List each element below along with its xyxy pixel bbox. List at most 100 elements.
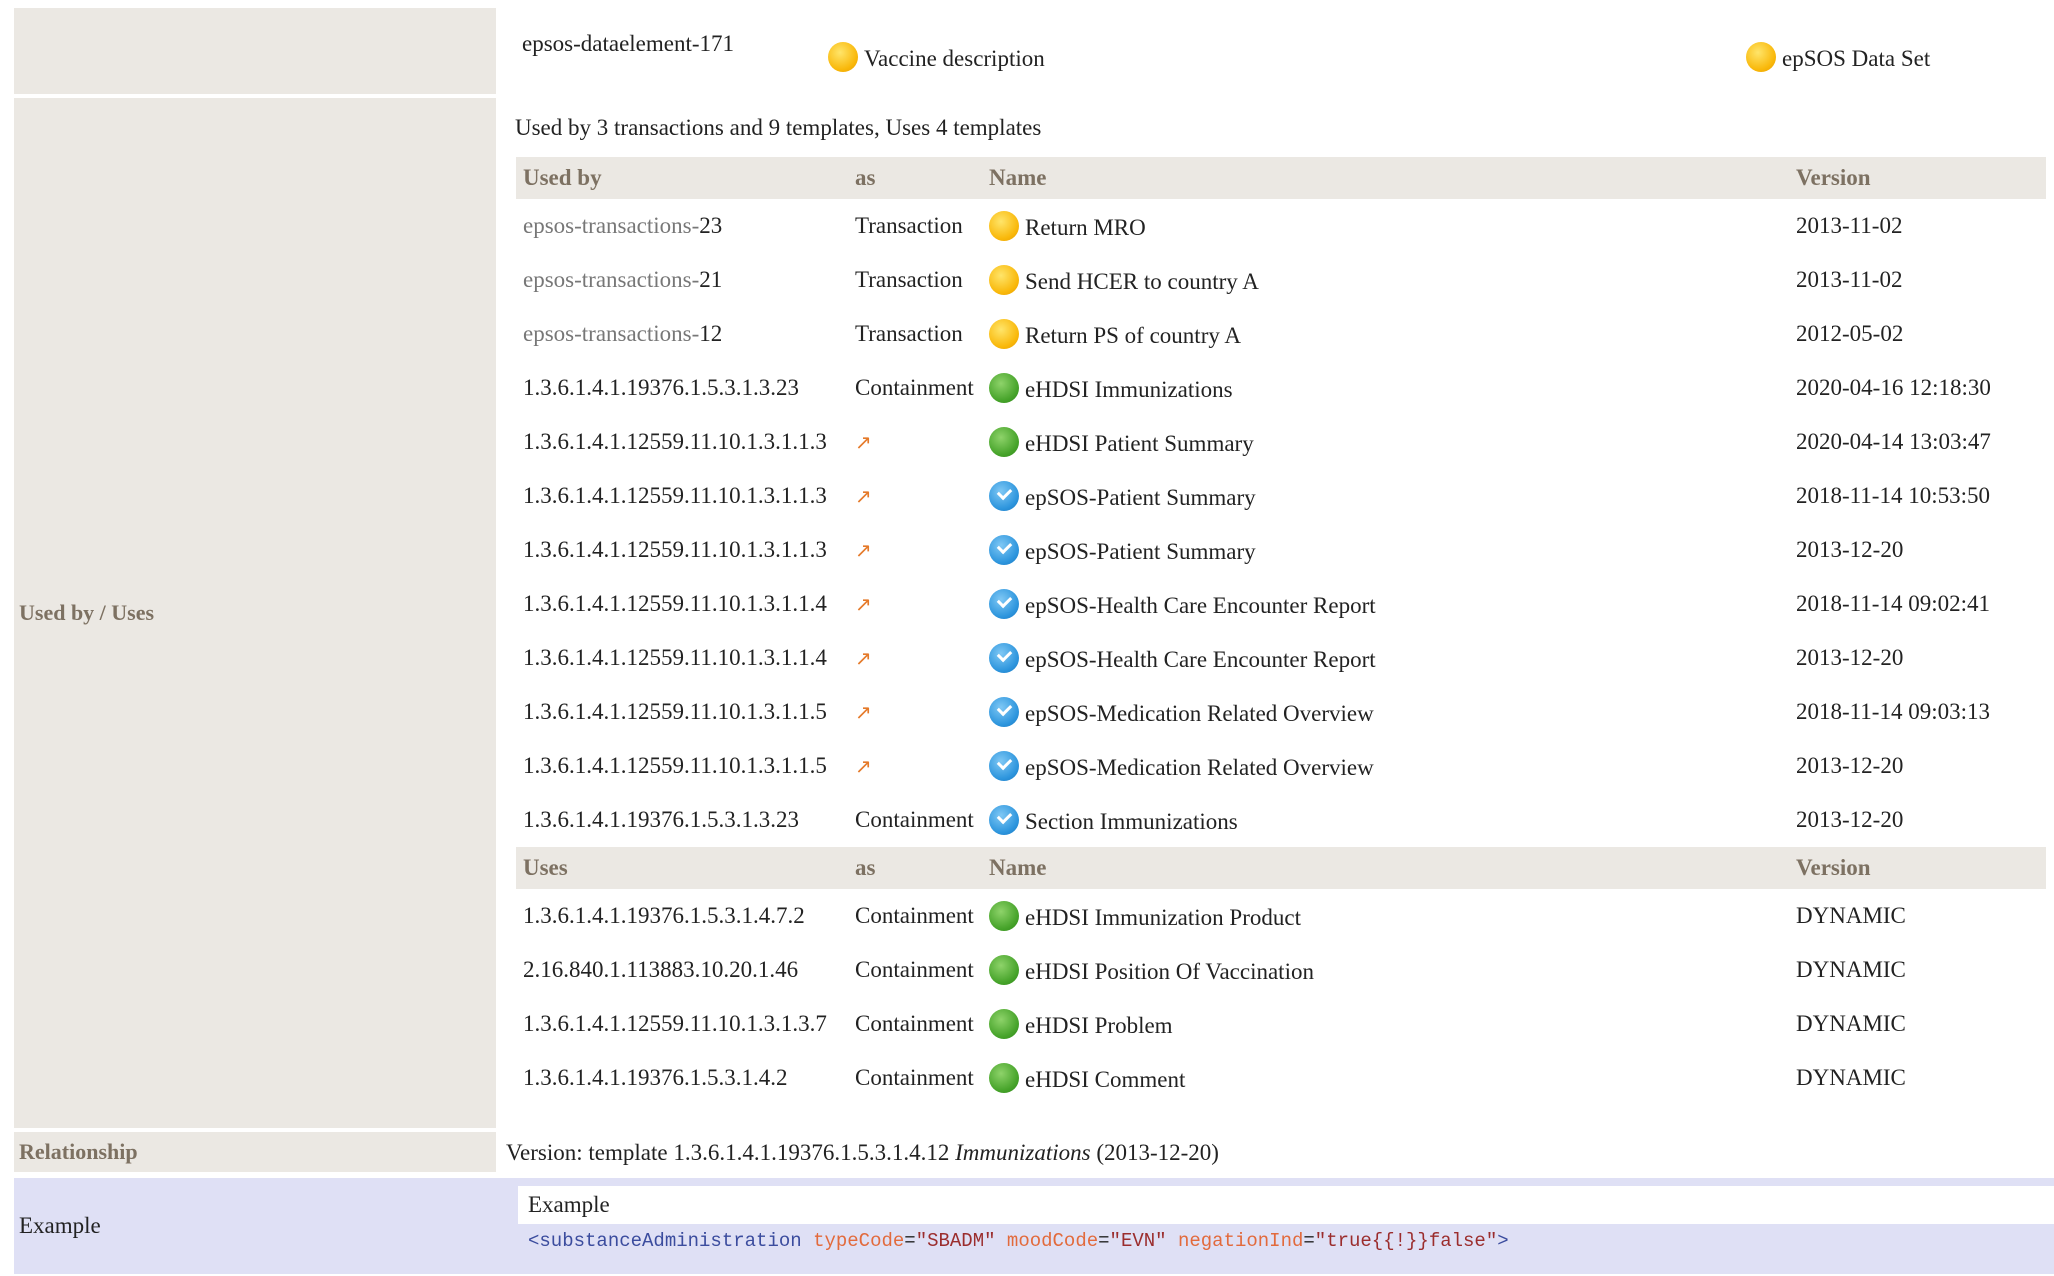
used-by-id-cell[interactable]: 1.3.6.1.4.1.12559.11.10.1.3.1.1.5 — [516, 685, 848, 739]
code-val: "true{{!}}false" — [1314, 1230, 1498, 1252]
uses-name: eHDSI Comment — [1025, 1067, 1186, 1092]
green-status-icon — [989, 373, 1019, 403]
used-by-id-cell[interactable]: epsos-transactions-23 — [516, 199, 848, 253]
used-by-id-cell[interactable]: epsos-transactions-12 — [516, 307, 848, 361]
used-by-version: 2018-11-14 09:02:41 — [1796, 591, 1990, 616]
used-by-name-cell[interactable]: eHDSI Patient Summary — [982, 415, 1789, 469]
used-by-name: Return MRO — [1025, 215, 1146, 240]
header-version: Version — [1789, 847, 2046, 889]
used-by-name: eHDSI Patient Summary — [1025, 431, 1254, 456]
used-by-id: 1.3.6.1.4.1.12559.11.10.1.3.1.1.3 — [523, 537, 827, 562]
uses-id[interactable]: 2.16.840.1.113883.10.20.1.46 — [516, 943, 848, 997]
blue-check-icon — [989, 481, 1019, 511]
used-by-id-cell[interactable]: 1.3.6.1.4.1.12559.11.10.1.3.1.1.4 — [516, 577, 848, 631]
relationship-template-name[interactable]: Immunizations — [955, 1140, 1090, 1165]
header-uses: Uses — [516, 847, 848, 889]
concept-name[interactable]: Vaccine description — [828, 42, 1045, 72]
used-by-id-cell[interactable]: 1.3.6.1.4.1.12559.11.10.1.3.1.1.3 — [516, 415, 848, 469]
used-by-name-cell[interactable]: epSOS-Health Care Encounter Report — [982, 577, 1789, 631]
code-attr: negationInd — [1177, 1230, 1304, 1252]
used-by-name-cell[interactable]: epSOS-Patient Summary — [982, 469, 1789, 523]
used-by-name-cell[interactable]: Return MRO — [982, 199, 1789, 253]
used-by-name-cell[interactable]: epSOS-Health Care Encounter Report — [982, 631, 1789, 685]
used-by-id-cell[interactable]: 1.3.6.1.4.1.12559.11.10.1.3.1.1.3 — [516, 523, 848, 577]
uses-id[interactable]: 1.3.6.1.4.1.12559.11.10.1.3.1.3.7 — [516, 997, 848, 1051]
used-by-id-cell[interactable]: 1.3.6.1.4.1.12559.11.10.1.3.1.1.3 — [516, 469, 848, 523]
used-by-version: 2013-12-20 — [1796, 807, 1904, 832]
green-status-icon — [989, 1063, 1019, 1093]
used-by-row: 1.3.6.1.4.1.12559.11.10.1.3.1.1.3 ↗ eHDSI … — [516, 415, 2046, 469]
uses-name-cell[interactable]: eHDSI Immunization Product — [982, 889, 1789, 943]
used-by-name: epSOS-Health Care Encounter Report — [1025, 647, 1376, 672]
link-icon[interactable]: ↗ — [855, 538, 872, 562]
used-by-name-cell[interactable]: epSOS-Patient Summary — [982, 523, 1789, 577]
blue-check-icon — [989, 751, 1019, 781]
used-by-name: epSOS-Health Care Encounter Report — [1025, 593, 1376, 618]
used-by-row: 1.3.6.1.4.1.12559.11.10.1.3.1.1.5 ↗ epSOS-… — [516, 739, 2046, 793]
blue-check-icon — [989, 643, 1019, 673]
uses-name: eHDSI Immunization Product — [1025, 905, 1301, 930]
transaction-prefix: epsos-transactions- — [523, 267, 700, 292]
used-by-as-cell: ↗ — [848, 739, 982, 793]
used-by-id: 1.3.6.1.4.1.12559.11.10.1.3.1.1.4 — [523, 645, 827, 670]
link-icon[interactable]: ↗ — [855, 592, 872, 616]
used-by-name-cell[interactable]: Send HCER to country A — [982, 253, 1789, 307]
used-by-as-cell: Containment — [848, 361, 982, 415]
used-by-id-cell[interactable]: 1.3.6.1.4.1.19376.1.5.3.1.3.23 — [516, 361, 848, 415]
used-by-version: 2020-04-16 12:18:30 — [1796, 375, 1991, 400]
used-by-name-cell[interactable]: epSOS-Medication Related Overview — [982, 739, 1789, 793]
used-by-as-cell: ↗ — [848, 685, 982, 739]
used-by-as: Containment — [855, 375, 974, 400]
link-icon[interactable]: ↗ — [855, 484, 872, 508]
used-by-id: 1.3.6.1.4.1.12559.11.10.1.3.1.1.4 — [523, 591, 827, 616]
code-val: "EVN" — [1109, 1230, 1167, 1252]
used-by-id: 1.3.6.1.4.1.12559.11.10.1.3.1.1.3 — [523, 429, 827, 454]
used-by-as-cell: ↗ — [848, 415, 982, 469]
used-by-id: 21 — [699, 267, 723, 292]
used-by-as-cell: Transaction — [848, 199, 982, 253]
blue-check-icon — [989, 805, 1019, 835]
transaction-prefix: epsos-transactions- — [523, 213, 700, 238]
top-row-label-cell — [14, 8, 496, 94]
uses-name-cell[interactable]: eHDSI Position Of Vaccination — [982, 943, 1789, 997]
uses-name: eHDSI Position Of Vaccination — [1025, 959, 1314, 984]
used-by-as: Containment — [855, 807, 974, 832]
used-by-id: 12 — [699, 321, 723, 346]
used-by-id-cell[interactable]: 1.3.6.1.4.1.19376.1.5.3.1.3.23 — [516, 793, 848, 847]
used-by-id-cell[interactable]: epsos-transactions-21 — [516, 253, 848, 307]
used-by-id-cell[interactable]: 1.3.6.1.4.1.12559.11.10.1.3.1.1.4 — [516, 631, 848, 685]
uses-row: 2.16.840.1.113883.10.20.1.46 Containment e… — [516, 943, 2046, 997]
uses-id[interactable]: 1.3.6.1.4.1.19376.1.5.3.1.4.2 — [516, 1051, 848, 1105]
link-icon[interactable]: ↗ — [855, 646, 872, 670]
uses-name-cell[interactable]: eHDSI Comment — [982, 1051, 1789, 1105]
blue-check-icon — [989, 535, 1019, 565]
link-icon[interactable]: ↗ — [855, 700, 872, 724]
link-icon[interactable]: ↗ — [855, 430, 872, 454]
used-by-name-cell[interactable]: Section Immunizations — [982, 793, 1789, 847]
used-by-name-cell[interactable]: Return PS of country A — [982, 307, 1789, 361]
used-by-header-row: Used by as Name Version — [516, 157, 2046, 199]
used-by-version: 2013-11-02 — [1796, 213, 1903, 238]
uses-as: Containment — [855, 1065, 974, 1090]
uses-id[interactable]: 1.3.6.1.4.1.19376.1.5.3.1.4.7.2 — [516, 889, 848, 943]
used-by-as-cell: Transaction — [848, 253, 982, 307]
code-val: "SBADM" — [915, 1230, 996, 1252]
used-by-version: 2013-12-20 — [1796, 645, 1904, 670]
header-used-by: Used by — [516, 157, 848, 199]
concept-name-text: Vaccine description — [864, 46, 1045, 71]
used-by-name-cell[interactable]: epSOS-Medication Related Overview — [982, 685, 1789, 739]
used-by-name-cell[interactable]: eHDSI Immunizations — [982, 361, 1789, 415]
link-icon[interactable]: ↗ — [855, 754, 872, 778]
used-by-name: epSOS-Patient Summary — [1025, 539, 1256, 564]
green-status-icon — [989, 901, 1019, 931]
dataset-name[interactable]: epSOS Data Set — [1746, 42, 1930, 72]
blue-check-icon — [989, 589, 1019, 619]
uses-row: 1.3.6.1.4.1.12559.11.10.1.3.1.3.7 Contain… — [516, 997, 2046, 1051]
yellow-status-icon — [989, 265, 1019, 295]
used-by-row: 1.3.6.1.4.1.12559.11.10.1.3.1.1.3 ↗ epSOS-… — [516, 469, 2046, 523]
uses-name-cell[interactable]: eHDSI Problem — [982, 997, 1789, 1051]
used-by-name: eHDSI Immunizations — [1025, 377, 1233, 402]
used-by-id: 1.3.6.1.4.1.12559.11.10.1.3.1.1.5 — [523, 753, 827, 778]
used-by-id-cell[interactable]: 1.3.6.1.4.1.12559.11.10.1.3.1.1.5 — [516, 739, 848, 793]
code-attr: typeCode — [813, 1230, 905, 1252]
